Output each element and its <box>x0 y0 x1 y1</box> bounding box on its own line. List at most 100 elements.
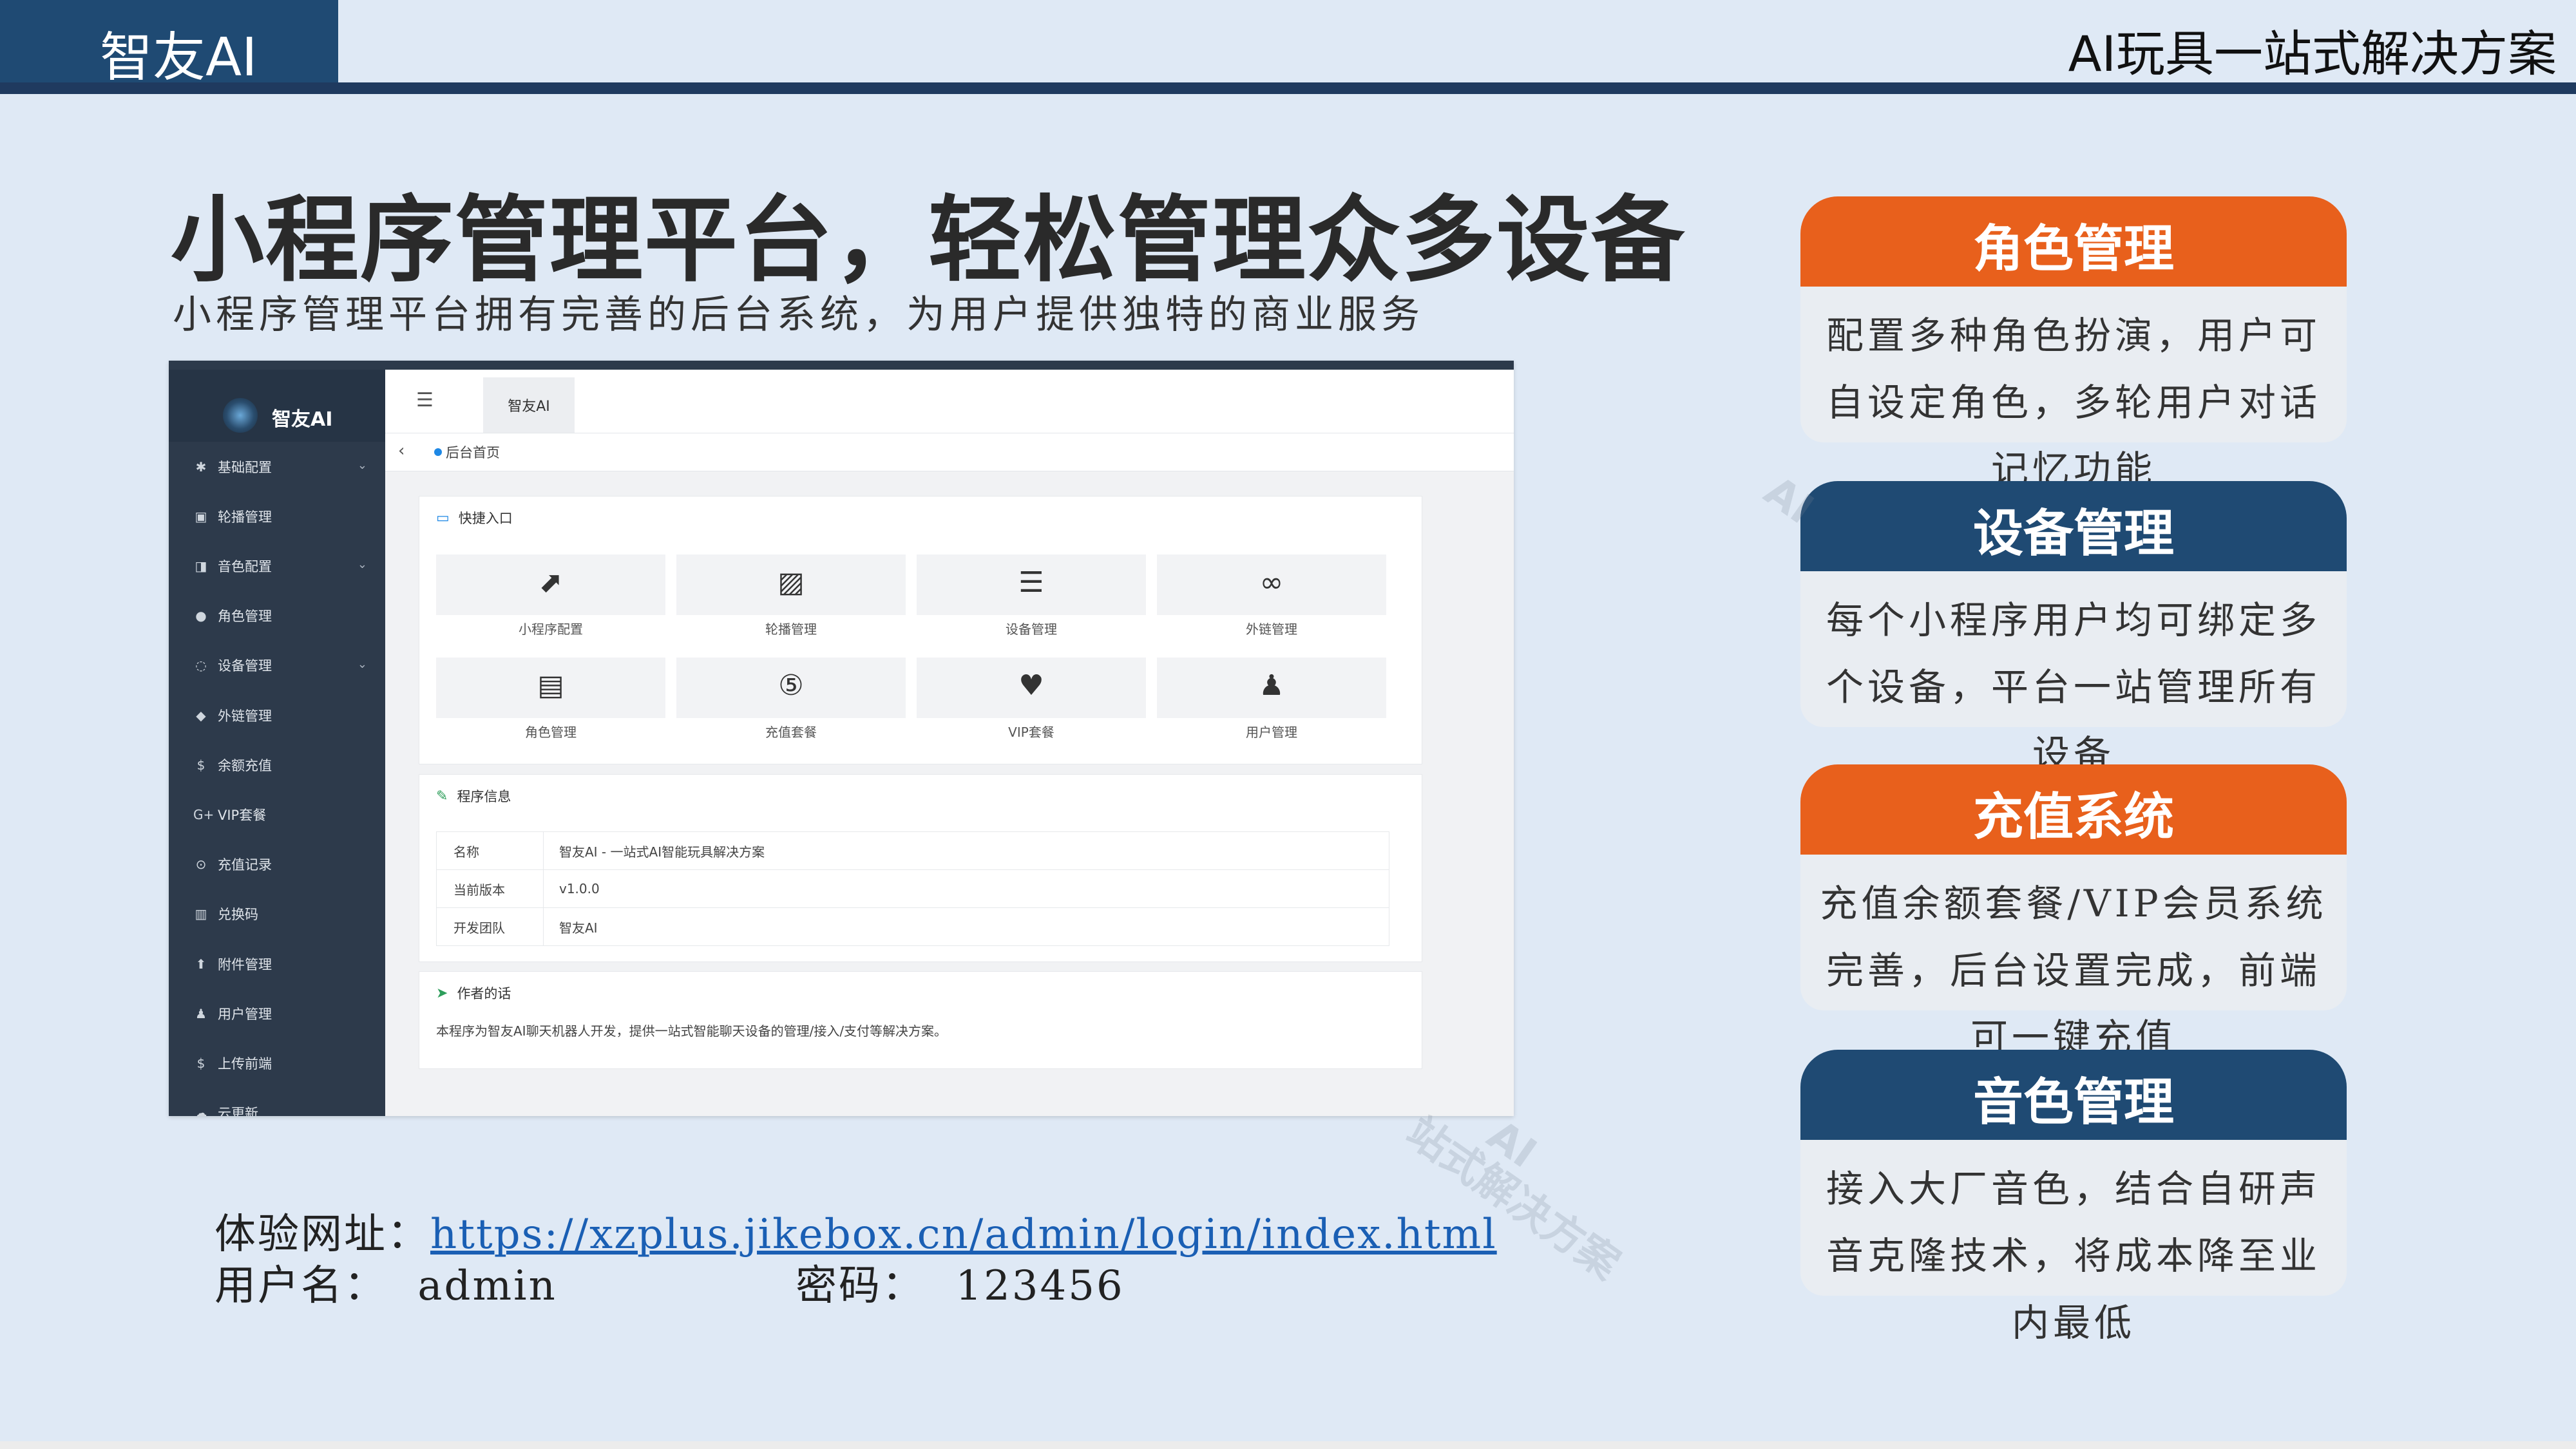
quick-entry-label: 用户管理 <box>1246 724 1297 740</box>
sidebar-item[interactable]: ☁ 云更新 <box>169 1088 385 1116</box>
device-icon: ◌ <box>195 658 207 674</box>
sidebar-item-label: 兑换码 <box>218 907 258 923</box>
link-icon: ◆ <box>196 707 206 723</box>
quick-entry-tile[interactable]: ♟ <box>1157 658 1386 718</box>
quick-entry-tile[interactable]: ⑤ <box>676 658 906 718</box>
quick-entry-tile[interactable]: ▨ <box>676 554 906 615</box>
table-row: 名称 智友AI - 一站式AI智能玩具解决方案 <box>436 831 1389 870</box>
admin-screenshot: 智友AI ✱ 基础配置 ⌄ ▣ 轮播管理 ◨ 音色配置 ⌄ ● 角色管理 ◌ 设备管理 ⌄ ◆ 外链管理 $ 余… <box>169 361 1514 1116</box>
feature-desc: 配置多种角色扮演，用户可自设定角色，多轮用户对话记忆功能 <box>1800 287 2347 491</box>
info-key: 当前版本 <box>437 870 544 907</box>
info-value: 智友AI <box>559 920 598 936</box>
password-label: 密码： <box>796 1262 925 1310</box>
role-icon: ● <box>195 608 207 624</box>
sidebar-item-label: 云更新 <box>218 1106 258 1116</box>
sidebar-item[interactable]: ▣ 轮播管理 <box>169 491 385 541</box>
menu-toggle-icon[interactable]: ☰ <box>416 389 434 412</box>
feature-title: 设备管理 <box>1800 481 2347 578</box>
sidebar-item-label: 设备管理 <box>218 658 272 674</box>
program-info-title-text: 程序信息 <box>457 789 511 804</box>
robot-logo-icon <box>223 398 258 433</box>
info-key: 开发团队 <box>437 908 544 945</box>
feature-title: 音色管理 <box>1800 1050 2347 1146</box>
user-icon: ♟ <box>195 1005 207 1021</box>
sidebar-item[interactable]: ◨ 音色配置 ⌄ <box>169 541 385 591</box>
table-row: 开发团队 智友AI <box>436 907 1389 946</box>
chevron-left-icon[interactable]: ‹ <box>398 441 405 460</box>
username-label: 用户名： <box>215 1262 387 1310</box>
table-row: 当前版本 v1.0.0 <box>436 869 1389 908</box>
program-info-title: ✎ 程序信息 <box>436 786 511 806</box>
feature-card-recharge: 充值系统 充值余额套餐/VIP会员系统完善，后台设置完成，前端可一键充值 <box>1800 764 2347 1059</box>
gear-icon: ✱ <box>195 459 207 475</box>
chevron-down-icon: ⌄ <box>357 558 367 572</box>
sidebar-item[interactable]: ▥ 兑换码 <box>169 889 385 939</box>
author-text: 本程序为智友AI聊天机器人开发，提供一站式智能聊天设备的管理/接入/支付等解决方… <box>436 1023 948 1039</box>
quick-entry-label: VIP套餐 <box>1008 724 1054 740</box>
bottom-divider <box>0 1441 2576 1449</box>
database-icon: ☰ <box>1018 566 1044 599</box>
link-icon: ∞ <box>1259 566 1284 599</box>
feature-desc: 接入大厂音色，结合自研声音克隆技术，将成本降至业内最低 <box>1800 1140 2347 1345</box>
quick-entry-label: 充值套餐 <box>765 724 817 740</box>
feature-desc: 充值余额套餐/VIP会员系统完善，后台设置完成，前端可一键充值 <box>1800 855 2347 1059</box>
screenshot-top-strip <box>169 361 1514 370</box>
admin-header: ☰ 智友AI <box>385 370 1514 433</box>
sidebar-item[interactable]: ⊙ 充值记录 <box>169 840 385 889</box>
coin-icon: ⑤ <box>778 669 804 702</box>
sidebar-item[interactable]: G+ VIP套餐 <box>169 790 385 839</box>
quick-entry-label: 小程序配置 <box>519 621 583 637</box>
sidebar-item-label: 外链管理 <box>218 708 272 724</box>
id-card-icon: ▤ <box>537 669 564 702</box>
sidebar-item[interactable]: ● 角色管理 <box>169 591 385 641</box>
sidebar-item-label: VIP套餐 <box>218 807 267 823</box>
feature-title: 充值系统 <box>1800 764 2347 861</box>
quick-entry-tile[interactable]: ∞ <box>1157 554 1386 615</box>
breadcrumb-item[interactable]: 后台首页 <box>446 442 500 462</box>
quick-entry-label: 设备管理 <box>1006 621 1057 637</box>
quick-entry-tile[interactable]: ☰ <box>917 554 1146 615</box>
sidebar-item-label: 用户管理 <box>218 1006 272 1022</box>
sidebar-item[interactable]: ◌ 设备管理 ⌄ <box>169 641 385 690</box>
sound-icon: ◨ <box>195 558 207 574</box>
feature-card-voice: 音色管理 接入大厂音色，结合自研声音克隆技术，将成本降至业内最低 <box>1800 1050 2347 1345</box>
sidebar-item[interactable]: $ 上传前端 <box>169 1038 385 1088</box>
admin-sidebar: 智友AI ✱ 基础配置 ⌄ ▣ 轮播管理 ◨ 音色配置 ⌄ ● 角色管理 ◌ 设备管理 ⌄ ◆ 外链管理 $ 余… <box>169 361 385 1116</box>
sidebar-item[interactable]: ◆ 外链管理 <box>169 690 385 740</box>
info-value: 智友AI - 一站式AI智能玩具解决方案 <box>559 844 765 860</box>
page-subtitle: 小程序管理平台拥有完善的后台系统，为用户提供独特的商业服务 <box>173 292 1424 337</box>
quick-entry-card: ▭ 快捷入口 ⬈ 小程序配置 ▨ 轮播管理 ☰ 设备管理 ∞ 外链管理 ▤ 角色管理 ⑤ 充值套餐 ♥ V… <box>419 496 1422 764</box>
quick-entry-title-text: 快捷入口 <box>458 511 513 526</box>
image-icon: ▣ <box>195 508 207 524</box>
sidebar-item[interactable]: ♟ 用户管理 <box>169 989 385 1038</box>
password-line: 密码： 123456 <box>796 1253 1125 1312</box>
sidebar-item-label: 基础配置 <box>218 459 272 475</box>
quick-entry-tile[interactable]: ▤ <box>436 658 665 718</box>
author-title: ➤ 作者的话 <box>436 983 511 1003</box>
experience-label: 体验网址： <box>215 1211 430 1258</box>
upload-icon: ⬆ <box>195 956 207 972</box>
experience-url-link[interactable]: https://xzplus.jikebox.cn/admin/login/in… <box>430 1211 1497 1258</box>
upload-front-icon: $ <box>196 1055 205 1071</box>
user-icon: ♟ <box>1259 669 1284 702</box>
feature-card-device: 设备管理 每个小程序用户均可绑定多个设备，平台一站管理所有设备 <box>1800 481 2347 776</box>
send-icon: ➤ <box>436 985 448 1001</box>
sidebar-logo-area[interactable]: 智友AI <box>169 370 385 442</box>
experience-line: 体验网址：https://xzplus.jikebox.cn/admin/log… <box>215 1201 1497 1260</box>
quick-entry-tile[interactable]: ⬈ <box>436 554 665 615</box>
tab-home[interactable]: 智友AI <box>483 377 575 433</box>
program-info-card: ✎ 程序信息 名称 智友AI - 一站式AI智能玩具解决方案 当前版本 v1.0.0 开… <box>419 774 1422 962</box>
header-tagline: AI玩具一站式解决方案 <box>2068 25 2557 82</box>
feature-title: 角色管理 <box>1800 196 2347 293</box>
quick-entry-label: 角色管理 <box>525 724 577 740</box>
brand-name: 智友AI <box>100 27 258 88</box>
page-title: 小程序管理平台，轻松管理众多设备 <box>171 186 1686 295</box>
sidebar-item-label: 音色配置 <box>218 558 272 574</box>
quick-entry-tile[interactable]: ♥ <box>917 658 1146 718</box>
sidebar-item[interactable]: ⬆ 附件管理 <box>169 939 385 989</box>
sidebar-item-label: 附件管理 <box>218 956 272 972</box>
sidebar-item[interactable]: $ 余额充值 <box>169 740 385 790</box>
leaf-icon: ✎ <box>436 788 448 804</box>
feature-desc: 每个小程序用户均可绑定多个设备，平台一站管理所有设备 <box>1800 571 2347 776</box>
sidebar-item[interactable]: ✱ 基础配置 ⌄ <box>169 442 385 491</box>
